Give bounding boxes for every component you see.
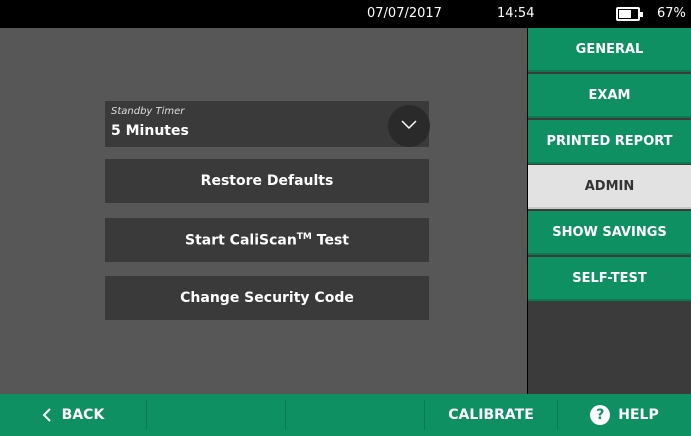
change-security-code-button[interactable]: Change Security Code	[105, 276, 429, 320]
calibrate-button[interactable]: CALIBRATE	[425, 394, 557, 436]
help-button[interactable]: ? HELP	[558, 394, 691, 436]
sidebar: GENERAL EXAM PRINTED REPORT ADMIN SHOW S…	[528, 28, 691, 394]
chevron-down-icon	[401, 120, 417, 130]
trademark-mark: TM	[296, 231, 312, 242]
status-date: 07/07/2017	[367, 6, 442, 21]
tab-self-test-label: SELF-TEST	[572, 270, 647, 286]
chevron-left-icon	[42, 408, 51, 422]
help-icon: ?	[590, 405, 611, 425]
tab-general-label: GENERAL	[575, 41, 644, 57]
help-label: HELP	[618, 407, 659, 423]
settings-panel	[0, 28, 527, 394]
standby-timer-dropdown[interactable]: Standby Timer 5 Minutes	[105, 101, 430, 147]
status-bar: 07/07/2017 14:54 67%	[0, 0, 691, 28]
caliscan-label-suffix: Test	[311, 232, 349, 249]
back-label: BACK	[61, 407, 105, 423]
tab-show-savings-label: SHOW SAVINGS	[552, 224, 667, 240]
bottom-empty-slot-1	[147, 394, 285, 436]
standby-timer-label: Standby Timer	[111, 106, 185, 117]
calibrate-label: CALIBRATE	[448, 407, 534, 423]
back-button[interactable]: BACK	[0, 394, 146, 436]
standby-timer-value: 5 Minutes	[111, 123, 189, 139]
caliscan-label-main: Start CaliScan	[184, 232, 297, 249]
caliscan-label: Start CaliScanTM Test	[185, 232, 349, 249]
tab-printed-report-label: PRINTED REPORT	[546, 133, 673, 149]
status-time: 14:54	[497, 6, 535, 21]
tab-exam-label: EXAM	[588, 87, 631, 103]
tab-general[interactable]: GENERAL	[528, 28, 691, 72]
tab-admin-label: ADMIN	[584, 178, 635, 194]
battery-icon	[616, 7, 643, 21]
dropdown-toggle[interactable]	[388, 105, 430, 147]
change-security-code-label: Change Security Code	[180, 290, 354, 306]
tab-self-test[interactable]: SELF-TEST	[528, 257, 691, 301]
battery-fill	[619, 10, 632, 18]
tab-printed-report[interactable]: PRINTED REPORT	[528, 120, 691, 164]
tab-exam[interactable]: EXAM	[528, 74, 691, 118]
start-caliscan-test-button[interactable]: Start CaliScanTM Test	[105, 218, 429, 262]
tab-show-savings[interactable]: SHOW SAVINGS	[528, 211, 691, 255]
bottom-bar: BACK CALIBRATE ? HELP	[0, 394, 691, 436]
restore-defaults-label: Restore Defaults	[200, 173, 334, 189]
bottom-empty-slot-2	[286, 394, 424, 436]
restore-defaults-button[interactable]: Restore Defaults	[105, 159, 429, 203]
battery-percent: 67%	[657, 6, 686, 21]
tab-admin[interactable]: ADMIN	[528, 165, 691, 209]
